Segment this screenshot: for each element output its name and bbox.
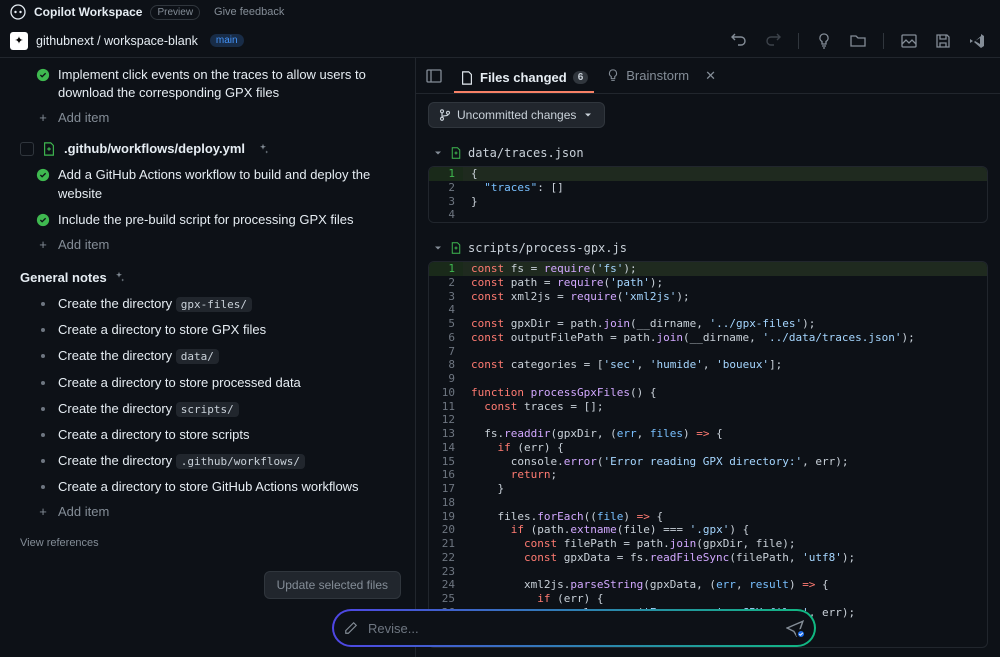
chevron-down-icon xyxy=(582,109,594,121)
undo-icon[interactable] xyxy=(731,33,747,49)
chevron-down-icon xyxy=(432,147,444,159)
bullet-icon xyxy=(41,328,45,332)
sparkle-icon[interactable] xyxy=(257,143,269,155)
file-diff-icon xyxy=(460,71,474,85)
sparkle-icon[interactable] xyxy=(113,271,125,283)
plus-icon: + xyxy=(36,237,50,252)
chevron-down-icon xyxy=(432,242,444,254)
files-count-badge: 6 xyxy=(573,71,589,84)
general-notes-heading: General notes xyxy=(0,260,415,291)
preview-badge: Preview xyxy=(150,5,200,20)
bullet-icon xyxy=(41,407,45,411)
send-icon[interactable] xyxy=(786,619,804,637)
repo-avatar: ✦ xyxy=(10,32,28,50)
code-diff: 1{2 "traces": []3}4 xyxy=(428,166,988,223)
file-added-icon xyxy=(450,242,462,254)
task-text: Add a GitHub Actions workflow to build a… xyxy=(58,166,405,202)
add-item-button[interactable]: + Add item xyxy=(0,233,415,260)
note-item[interactable]: Create a directory to store processed da… xyxy=(0,370,415,396)
file-section-header[interactable]: .github/workflows/deploy.yml xyxy=(0,133,415,162)
file-path: data/traces.json xyxy=(468,146,584,160)
note-item[interactable]: Create a directory to store GitHub Actio… xyxy=(0,474,415,500)
tasks-panel: Implement click events on the traces to … xyxy=(0,58,416,657)
redo-icon[interactable] xyxy=(765,33,781,49)
branch-icon xyxy=(439,109,451,121)
file-diff-header[interactable]: scripts/process-gpx.js xyxy=(428,235,988,261)
bullet-icon xyxy=(41,459,45,463)
panel-layout-icon[interactable] xyxy=(426,68,442,84)
vscode-icon[interactable] xyxy=(969,33,985,49)
note-text: Create the directory data/ xyxy=(58,347,219,365)
branch-badge[interactable]: main xyxy=(210,34,244,47)
save-icon[interactable] xyxy=(935,33,951,49)
bullet-icon xyxy=(41,485,45,489)
file-path: .github/workflows/deploy.yml xyxy=(64,141,245,156)
note-item[interactable]: Create the directory gpx-files/ xyxy=(0,291,415,317)
lightbulb-icon xyxy=(606,69,620,83)
note-item[interactable]: Create the directory data/ xyxy=(0,343,415,369)
check-circle-icon xyxy=(36,68,50,82)
bullet-icon xyxy=(41,354,45,358)
bullet-icon xyxy=(41,433,45,437)
note-text: Create the directory scripts/ xyxy=(58,400,239,418)
bullet-icon xyxy=(41,302,45,306)
check-circle-icon xyxy=(36,213,50,227)
check-circle-icon xyxy=(36,168,50,182)
file-added-icon xyxy=(450,147,462,159)
note-text: Create a directory to store scripts xyxy=(58,426,249,444)
revise-input[interactable] xyxy=(368,621,776,636)
note-item[interactable]: Create a directory to store scripts xyxy=(0,422,415,448)
close-tab-icon[interactable]: ✕ xyxy=(701,68,720,84)
note-item[interactable]: Create the directory .github/workflows/ xyxy=(0,448,415,474)
file-path: scripts/process-gpx.js xyxy=(468,241,627,255)
bullet-icon xyxy=(41,381,45,385)
give-feedback-link[interactable]: Give feedback xyxy=(214,6,284,18)
view-references-link[interactable]: View references xyxy=(0,527,415,559)
app-title: Copilot Workspace xyxy=(34,5,142,19)
note-text: Create a directory to store processed da… xyxy=(58,374,301,392)
checkbox[interactable] xyxy=(20,142,34,156)
task-item[interactable]: Include the pre-build script for process… xyxy=(0,207,415,233)
tab-brainstorm[interactable]: Brainstorm xyxy=(600,64,695,87)
file-added-icon xyxy=(42,142,56,156)
plus-icon: + xyxy=(36,504,50,519)
tab-files-changed[interactable]: Files changed 6 xyxy=(454,66,594,93)
note-text: Create a directory to store GitHub Actio… xyxy=(58,478,359,496)
note-text: Create a directory to store GPX files xyxy=(58,321,266,339)
note-text: Create the directory gpx-files/ xyxy=(58,295,252,313)
add-item-button[interactable]: + Add item xyxy=(0,500,415,527)
note-item[interactable]: Create the directory scripts/ xyxy=(0,396,415,422)
task-item[interactable]: Implement click events on the traces to … xyxy=(0,62,415,106)
plus-icon: + xyxy=(36,110,50,125)
breadcrumb[interactable]: githubnext / workspace-blank xyxy=(36,34,198,48)
image-icon[interactable] xyxy=(901,33,917,49)
task-text: Implement click events on the traces to … xyxy=(58,66,405,102)
pencil-icon xyxy=(344,621,358,635)
revise-prompt-bar xyxy=(332,609,816,647)
lightbulb-icon[interactable] xyxy=(816,33,832,49)
note-text: Create the directory .github/workflows/ xyxy=(58,452,305,470)
add-item-button[interactable]: + Add item xyxy=(0,106,415,133)
uncommitted-changes-dropdown[interactable]: Uncommitted changes xyxy=(428,102,605,128)
code-diff: 1const fs = require('fs');2const path = … xyxy=(428,261,988,648)
folder-icon[interactable] xyxy=(850,33,866,49)
task-item[interactable]: Add a GitHub Actions workflow to build a… xyxy=(0,162,415,206)
task-text: Include the pre-build script for process… xyxy=(58,211,354,229)
update-selected-files-button[interactable]: Update selected files xyxy=(264,571,401,599)
note-item[interactable]: Create a directory to store GPX files xyxy=(0,317,415,343)
copilot-logo-icon xyxy=(10,4,26,20)
file-diff-header[interactable]: data/traces.json xyxy=(428,140,988,166)
